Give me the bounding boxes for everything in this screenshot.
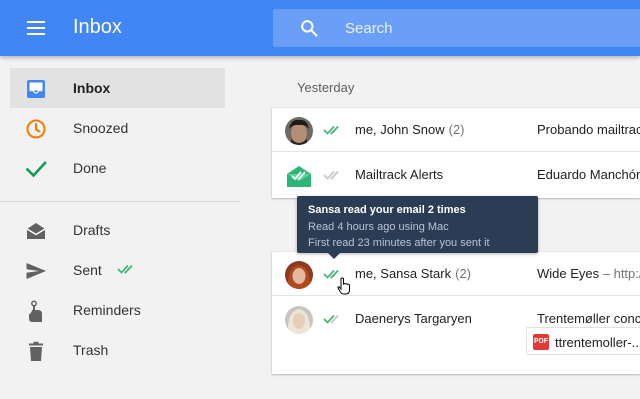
app-title: Inbox [73,16,122,38]
sidebar-item-label: Trash [73,342,109,358]
email-group-card: me, John Snow (2) Probando mailtrack Mail… [272,108,640,198]
mailtrack-logo [285,162,313,190]
sidebar-divider [0,201,240,202]
unread-double-check-icon[interactable] [323,169,345,181]
email-subject: Eduardo Manchón [537,167,640,182]
subject-text: Trentemøller conce [537,311,640,326]
app-header: Inbox [0,0,640,56]
hamburger-menu-icon[interactable] [25,19,47,37]
search-bar[interactable] [273,9,640,47]
sidebar-item-label: Sent [73,262,102,278]
email-row[interactable]: Mailtrack Alerts Eduardo Manchón [272,153,640,197]
search-icon[interactable] [299,18,319,38]
john-snow-avatar [285,117,313,145]
partial-read-check-icon[interactable] [323,313,345,325]
sidebar-item-sent[interactable]: Sent [10,250,225,290]
tooltip-title: Sansa read your email 2 times [308,204,466,216]
hand-pointer-cursor-icon [337,277,350,295]
thread-count: (2) [455,266,471,281]
tooltip-read-time: Read 4 hours ago using Mac [308,221,449,233]
sender-name: Mailtrack Alerts [355,167,444,182]
email-sender: Mailtrack Alerts [355,167,443,182]
email-sender: me, John Snow (2) [355,122,465,137]
email-subject: Probando mailtrack [537,122,640,137]
reminder-icon [29,300,42,322]
read-status-tooltip: Sansa read your email 2 times Read 4 hou… [297,196,538,259]
daenerys-avatar [285,306,313,334]
sidebar-item-done[interactable]: Done [10,148,225,188]
send-icon [26,263,46,279]
sidebar-item-label: Done [73,160,107,176]
drafts-icon [26,223,46,239]
email-row[interactable]: Daenerys Targaryen Trentemøller conce PD… [272,297,640,374]
double-check-icon [117,264,133,274]
email-subject: Wide Eyes – http:// [537,266,640,281]
checkmark-icon [25,161,47,178]
sidebar: Inbox Snoozed Done Drafts Sent Reminders… [0,56,240,399]
sidebar-item-drafts[interactable]: Drafts [10,210,225,250]
pdf-file-icon: PDF [533,334,549,350]
sidebar-item-label: Snoozed [73,120,129,136]
sansa-stark-avatar [285,261,313,289]
sidebar-item-snoozed[interactable]: Snoozed [10,108,225,148]
sender-name: me, Sansa Stark [355,266,452,281]
email-subject: Trentemøller conce [537,311,640,326]
sender-name: me, John Snow [355,122,445,137]
sender-name: Daenerys Targaryen [355,311,472,326]
sidebar-item-label: Drafts [73,222,111,238]
attachment-name: ttrentemoller-... [555,335,640,350]
subject-text: Wide Eyes [537,266,600,281]
email-sender: Daenerys Targaryen [355,311,472,326]
read-double-check-icon[interactable] [323,124,345,136]
sidebar-item-label: Reminders [73,302,141,318]
subject-text: Eduardo Manchón [537,167,640,182]
email-row[interactable]: me, John Snow (2) Probando mailtrack [272,108,640,152]
search-input[interactable] [345,18,625,38]
tooltip-first-read: First read 23 minutes after you sent it [308,237,490,249]
section-label-yesterday: Yesterday [297,80,355,95]
sidebar-item-trash[interactable]: Trash [10,330,225,370]
subject-text: Probando mailtrack [537,122,640,137]
sidebar-item-reminders[interactable]: Reminders [10,290,225,330]
inbox-icon [27,80,45,98]
email-snippet: – http:// [602,266,640,281]
thread-count: (2) [448,122,465,137]
sidebar-item-label: Inbox [73,80,111,96]
clock-icon [26,119,46,139]
email-sender: me, Sansa Stark (2) [355,266,471,281]
trash-icon [29,341,43,361]
sidebar-item-inbox[interactable]: Inbox [10,68,225,108]
attachment-chip[interactable]: PDF ttrentemoller-... [526,327,640,355]
email-group-card: me, Sansa Stark(2) Wide Eyes – http:// D… [272,252,640,374]
